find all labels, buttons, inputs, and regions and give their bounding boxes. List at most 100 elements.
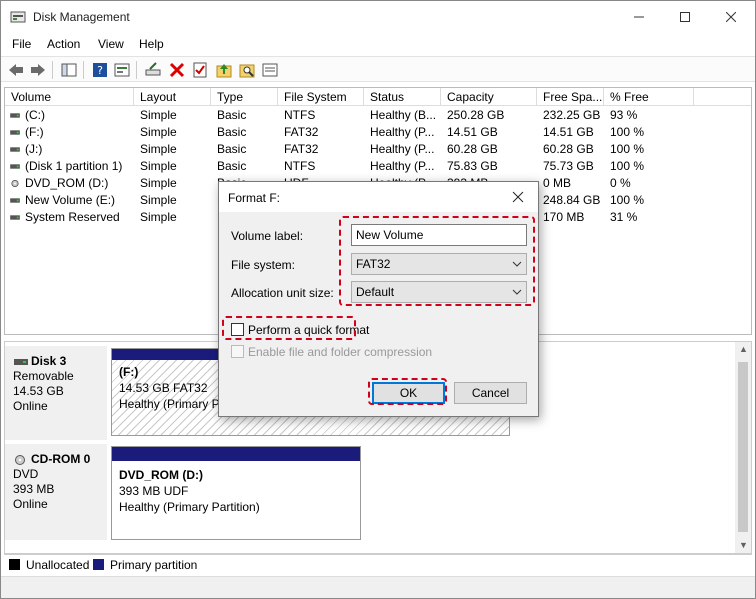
toolbar: ? [1,56,755,82]
table-row[interactable]: (Disk 1 partition 1) Simple Basic NTFS Healt… [5,158,751,175]
delete-icon[interactable] [168,61,186,79]
status-bar [1,576,755,598]
column-header-percent-free[interactable]: % Free [604,88,694,106]
partition-info: (F:) 14.53 GB FAT32 Healthy (Primary Pa [119,364,226,412]
search-icon[interactable] [238,61,256,79]
column-header-free-space[interactable]: Free Spa... [537,88,604,106]
maximize-button[interactable] [662,1,708,33]
volume-label-caption: Volume label: [231,229,304,243]
scroll-down-icon[interactable]: ▼ [739,540,748,550]
cell-percent-free: 93 % [610,108,638,122]
up-folder-icon[interactable] [215,61,233,79]
dialog-title-bar: Format F: [219,182,538,212]
partition-status: Healthy (Primary Partition) [119,500,260,514]
file-system-caption: File system: [231,258,296,272]
cell-volume: (Disk 1 partition 1) [25,159,123,173]
column-header-type[interactable]: Type [211,88,278,106]
minimize-button[interactable] [616,1,662,33]
cell-volume: DVD_ROM (D:) [25,176,109,190]
highlight-format-fields [339,216,535,306]
table-row[interactable]: (F:) Simple Basic FAT32 Healthy (P... 14.51 G… [5,124,751,141]
disk-status: Online [13,399,48,413]
cell-volume: (J:) [25,142,43,156]
cell-type: Basic [217,125,247,139]
cell-status: Healthy (P... [370,125,435,139]
forward-arrow-icon[interactable] [29,61,47,79]
drive-icon [10,164,20,169]
table-row[interactable]: (C:) Simple Basic NTFS Healthy (B... 250.28 G… [5,107,751,124]
cell-type: Basic [217,142,247,156]
disk-label-disk3[interactable]: Disk 3 Removable 14.53 GB Online [5,346,107,440]
cell-file-system: FAT32 [284,142,319,156]
cell-layout: Simple [140,210,177,224]
partition-status: Healthy (Primary Pa [119,397,227,411]
cell-percent-free: 100 % [610,125,645,139]
close-button[interactable] [708,1,754,33]
partition-dvd-rom[interactable]: DVD_ROM (D:) 393 MB UDF Healthy (Primary… [111,446,361,540]
check-properties-icon[interactable] [191,61,209,79]
console-tree-icon[interactable] [60,61,78,79]
title-bar: Disk Management [1,1,755,33]
toolbar-separator [136,61,137,79]
cell-free-space: 14.51 GB [543,125,594,139]
compression-checkbox[interactable] [231,345,244,358]
cell-free-space: 0 MB [543,176,572,190]
cell-capacity: 250.28 GB [447,108,505,122]
compression-label: Enable file and folder compression [248,345,433,359]
scroll-up-icon[interactable]: ▲ [739,344,748,354]
drive-icon [10,215,20,220]
cell-capacity: 14.51 GB [447,125,498,139]
cell-volume: (F:) [25,125,44,139]
settings-icon[interactable] [261,61,279,79]
back-arrow-icon[interactable] [7,61,25,79]
toolbar-separator [83,61,84,79]
column-header-file-system[interactable]: File System [278,88,364,106]
cell-file-system: NTFS [284,159,316,173]
cell-status: Healthy (P... [370,159,435,173]
menu-action[interactable]: Action [47,37,80,51]
disk-name: Disk 3 [31,354,67,368]
cell-percent-free: 100 % [610,159,645,173]
volume-list-header: Volume Layout Type File System Status Ca… [5,88,751,106]
menu-file[interactable]: File [12,37,31,51]
disk-name: CD-ROM 0 [31,452,91,466]
properties-icon[interactable] [113,61,131,79]
cell-capacity: 75.83 GB [447,159,498,173]
window-title: Disk Management [33,10,130,24]
legend-primary-swatch [93,559,104,570]
partition-title: DVD_ROM (D:) [119,468,203,482]
partition-info: DVD_ROM (D:) 393 MB UDF Healthy (Primary… [119,467,260,515]
column-header-capacity[interactable]: Capacity [441,88,537,106]
column-header-volume[interactable]: Volume [5,88,134,106]
maximize-icon [680,12,690,22]
partition-size: 393 MB UDF [119,484,189,498]
disk-map-scrollbar[interactable]: ▲ ▼ [735,342,751,553]
cell-capacity: 60.28 GB [447,142,498,156]
column-header-status[interactable]: Status [364,88,441,106]
disk-management-icon [10,11,26,23]
cell-status: Healthy (P... [370,142,435,156]
connect-drive-icon[interactable] [144,61,162,79]
cancel-button[interactable]: Cancel [454,382,527,404]
dialog-close-icon[interactable] [511,190,525,204]
cell-status: Healthy (B... [370,108,437,122]
table-row[interactable]: (J:) Simple Basic FAT32 Healthy (P... 60.28 G… [5,141,751,158]
drive-icon [10,147,20,152]
scroll-thumb[interactable] [738,362,748,532]
dialog-title: Format F: [228,191,281,205]
cell-percent-free: 0 % [610,176,631,190]
cell-layout: Simple [140,108,177,122]
column-header-layout[interactable]: Layout [134,88,211,106]
menu-view[interactable]: View [98,37,124,51]
legend-unallocated-label: Unallocated [26,558,90,572]
help-icon[interactable]: ? [91,61,109,79]
partition-title: (F:) [119,365,139,379]
minimize-icon [634,16,644,18]
disk-size: 14.53 GB [13,384,64,398]
legend: Unallocated Primary partition [4,554,752,574]
cell-percent-free: 31 % [610,210,638,224]
menu-help[interactable]: Help [139,37,164,51]
cell-layout: Simple [140,125,177,139]
drive-icon [10,130,20,135]
disk-label-cdrom0[interactable]: CD-ROM 0 DVD 393 MB Online [5,444,107,540]
